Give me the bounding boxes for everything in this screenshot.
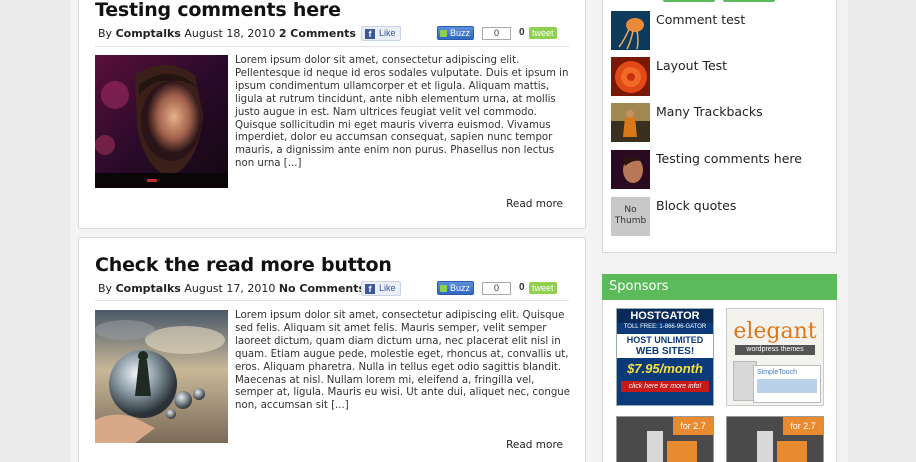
facebook-icon: f — [365, 29, 375, 39]
like-label: Like — [379, 28, 396, 38]
theme-ad[interactable]: for 2.7 — [726, 416, 824, 462]
recent-post-item[interactable]: Layout Test — [611, 57, 836, 96]
author-link[interactable]: Comptalks — [116, 27, 181, 40]
hostgator-cta: click here for more info! — [621, 381, 709, 392]
hostgator-price: $7.95/month — [627, 361, 703, 376]
theme-badge: for 2.7 — [783, 417, 823, 435]
theme-badge: for 2.7 — [673, 417, 713, 435]
comments-link[interactable]: No Comments — [279, 282, 365, 295]
elegant-screen-label: SimpleTouch — [757, 369, 798, 376]
recent-post-title[interactable]: Comment test — [656, 12, 745, 27]
buzz-button[interactable]: Buzz — [437, 281, 475, 295]
recent-post-title[interactable]: Block quotes — [656, 198, 736, 213]
post-meta: By Comptalks August 18, 2010 2 Comments — [98, 27, 356, 40]
post-thumbnail[interactable] — [95, 55, 228, 188]
elegant-themes-ad[interactable]: elegant wordpress themes SimpleTouch — [726, 308, 824, 406]
sidebar: Comment test Layout Test Many Trackbacks… — [594, 0, 848, 462]
buzz-label: Buzz — [450, 28, 471, 38]
post-date: August 17, 2010 — [184, 282, 276, 295]
recent-post-title[interactable]: Layout Test — [656, 58, 727, 73]
post-meta: By Comptalks August 17, 2010 No Comments — [98, 282, 365, 295]
facebook-like-button[interactable]: f Like — [361, 26, 401, 41]
tweet-button[interactable]: tweet — [529, 282, 557, 294]
elegant-screenshot: SimpleTouch — [753, 365, 821, 403]
widget-tab[interactable] — [723, 0, 775, 2]
hostgator-ad[interactable]: HOSTGATOR TOLL FREE: 1-866-96-GATOR HOST… — [616, 308, 714, 406]
recent-post-thumbnail[interactable] — [611, 11, 650, 50]
like-label: Like — [379, 283, 396, 293]
recent-post-thumbnail[interactable] — [611, 150, 650, 189]
widget-tab[interactable] — [663, 0, 715, 2]
recent-post-item[interactable]: No Thumb Block quotes — [611, 197, 836, 236]
post-excerpt: Lorem ipsum dolor sit amet, consectetur … — [235, 310, 571, 412]
buzz-button[interactable]: Buzz — [437, 26, 475, 40]
post-card: Check the read more button By Comptalks … — [78, 237, 586, 462]
post-excerpt: Lorem ipsum dolor sit amet, consectetur … — [235, 55, 569, 170]
hostgator-brand: HOSTGATOR — [617, 309, 713, 323]
read-more-link[interactable]: Read more — [506, 439, 563, 451]
main-content: Testing comments here By Comptalks Augus… — [70, 0, 594, 462]
tweet-button[interactable]: tweet — [529, 27, 557, 39]
buzz-count: 0 — [482, 282, 511, 295]
tweet-count: 0 — [519, 282, 525, 293]
recent-post-thumbnail[interactable] — [611, 103, 650, 142]
recent-post-item[interactable]: Testing comments here — [611, 150, 836, 189]
buzz-count: 0 — [482, 27, 511, 40]
hostgator-line2: WEB SITES! — [635, 346, 695, 357]
elegant-sub: wordpress themes — [735, 345, 815, 355]
hostgator-phone: TOLL FREE: 1-866-96-GATOR — [623, 324, 707, 330]
facebook-icon: f — [365, 284, 375, 294]
elegant-brand: elegant — [733, 319, 817, 344]
post-date: August 18, 2010 — [184, 27, 276, 40]
read-more-link[interactable]: Read more — [506, 198, 563, 210]
by-label: By — [98, 27, 113, 40]
facebook-like-button[interactable]: f Like — [361, 281, 401, 296]
buzz-icon — [440, 285, 447, 292]
no-thumbnail-placeholder[interactable]: No Thumb — [611, 197, 650, 236]
author-link[interactable]: Comptalks — [116, 282, 181, 295]
post-thumbnail[interactable] — [95, 310, 228, 443]
theme-ad[interactable]: for 2.7 — [616, 416, 714, 462]
recent-posts-widget: Comment test Layout Test Many Trackbacks… — [602, 0, 837, 253]
sponsors-heading: Sponsors — [602, 274, 837, 300]
divider — [95, 46, 569, 47]
post-title-link[interactable]: Testing comments here — [95, 0, 341, 21]
divider — [95, 300, 569, 301]
recent-post-item[interactable]: Many Trackbacks — [611, 103, 836, 142]
comments-link[interactable]: 2 Comments — [279, 27, 356, 40]
recent-post-thumbnail[interactable] — [611, 57, 650, 96]
hostgator-line1: HOST UNLIMITED — [626, 335, 704, 345]
tweet-count: 0 — [519, 27, 525, 38]
post-title-link[interactable]: Check the read more button — [95, 254, 392, 276]
post-card: Testing comments here By Comptalks Augus… — [78, 0, 586, 229]
recent-post-item[interactable]: Comment test — [611, 11, 836, 50]
recent-post-title[interactable]: Testing comments here — [656, 151, 802, 166]
by-label: By — [98, 282, 113, 295]
sponsors-widget: HOSTGATOR TOLL FREE: 1-866-96-GATOR HOST… — [602, 300, 837, 462]
buzz-icon — [440, 30, 447, 37]
buzz-label: Buzz — [450, 283, 471, 293]
recent-post-title[interactable]: Many Trackbacks — [656, 104, 763, 119]
